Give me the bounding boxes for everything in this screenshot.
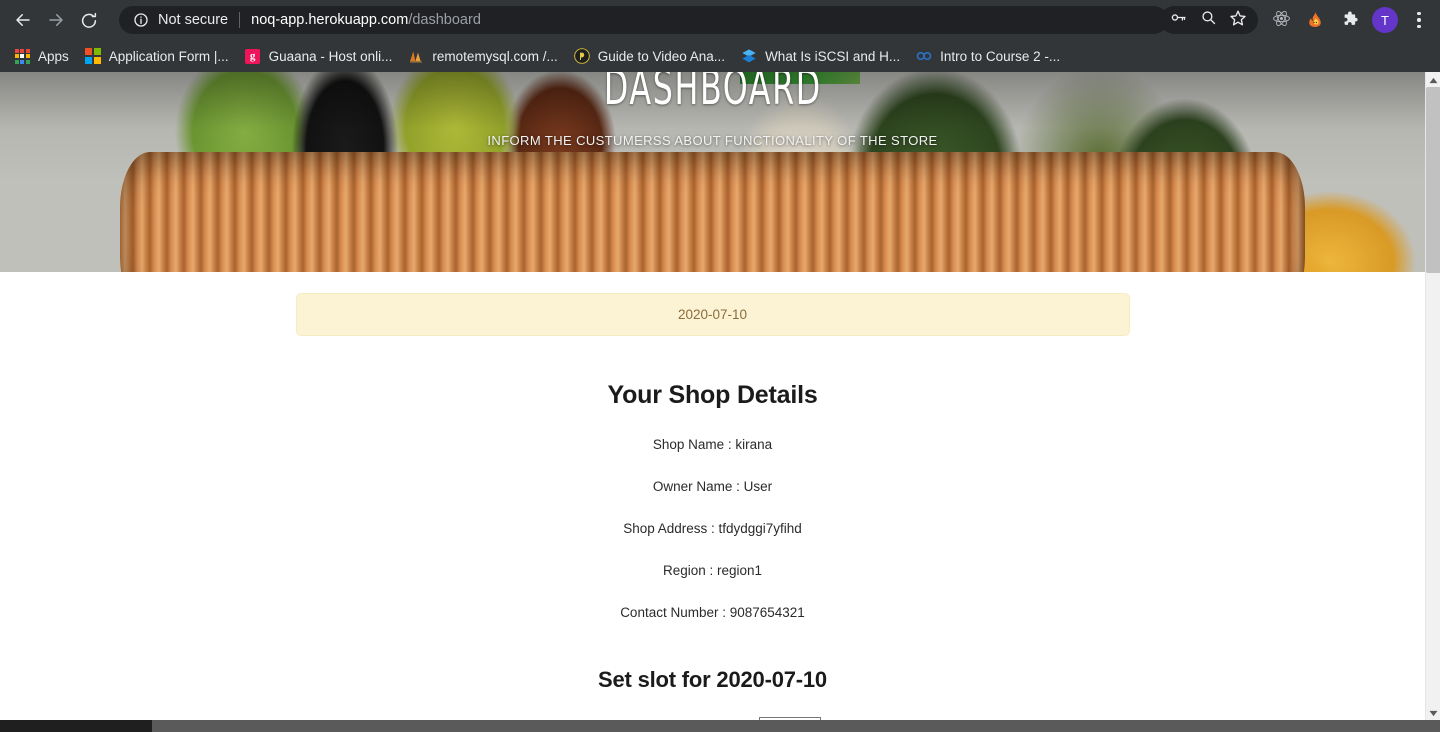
puzzle-icon — [1340, 9, 1359, 31]
scroll-up-button[interactable] — [1426, 72, 1440, 87]
main-content: 2020-07-10 Your Shop Details Shop Name :… — [0, 293, 1425, 720]
page-viewport: DASHBOARD INFORM THE CUSTUMERSS ABOUT FU… — [0, 72, 1440, 732]
microsoft-icon — [85, 48, 101, 64]
reload-button[interactable] — [74, 5, 104, 35]
url-path: /dashboard — [408, 12, 481, 28]
set-slot-section: Set slot for 2020-07-10 Start time (24 h… — [0, 667, 1425, 720]
scroll-down-button[interactable] — [1426, 705, 1440, 720]
vertical-scrollbar-thumb[interactable] — [1426, 87, 1440, 273]
forward-button[interactable] — [41, 5, 71, 35]
hero-overlay — [0, 72, 1425, 272]
arrow-right-icon — [47, 11, 65, 29]
video-guide-icon — [573, 48, 590, 64]
zoom-search-button[interactable] — [1194, 6, 1222, 34]
extensions-button[interactable] — [1335, 6, 1363, 34]
arrow-left-icon — [14, 11, 32, 29]
bookmark-label: Guaana - Host onli... — [268, 48, 393, 64]
bookmark-label: What Is iSCSI and H... — [765, 48, 901, 64]
bookmark-coursera[interactable]: Intro to Course 2 -... — [908, 44, 1068, 68]
address-bar[interactable]: Not secure noq-app.herokuapp.com/dashboa… — [119, 6, 1168, 34]
caret-down-icon — [1429, 704, 1438, 722]
contact-number-line: Contact Number : 9087654321 — [620, 605, 805, 620]
bookmark-remotemysql[interactable]: remotemysql.com /... — [400, 44, 565, 68]
bookmark-apps[interactable]: Apps — [6, 44, 77, 68]
avatar[interactable]: T — [1372, 7, 1398, 33]
flame-extension-button[interactable] — [1301, 6, 1329, 34]
date-alert-banner: 2020-07-10 — [295, 293, 1130, 336]
bookmark-iscsi[interactable]: What Is iSCSI and H... — [733, 44, 908, 68]
set-slot-heading: Set slot for 2020-07-10 — [598, 667, 827, 692]
react-devtools-extension-button[interactable] — [1267, 6, 1295, 34]
react-devtools-icon — [1272, 9, 1291, 31]
bookmark-label: Intro to Course 2 -... — [940, 48, 1061, 64]
shop-details-heading: Your Shop Details — [607, 381, 818, 409]
bookmark-video-guide[interactable]: Guide to Video Ana... — [566, 44, 733, 68]
key-icon — [1170, 9, 1187, 31]
shop-details-section: Your Shop Details Shop Name : kirana Own… — [0, 381, 1425, 620]
page-content: DASHBOARD INFORM THE CUSTUMERSS ABOUT FU… — [0, 72, 1425, 720]
star-icon — [1229, 9, 1247, 32]
remotemysql-icon — [408, 48, 424, 64]
hero-banner: DASHBOARD INFORM THE CUSTUMERSS ABOUT FU… — [0, 72, 1425, 272]
url-text: noq-app.herokuapp.com/dashboard — [251, 12, 1154, 28]
horizontal-scrollbar-thumb[interactable] — [0, 720, 152, 732]
magnifier-icon — [1200, 9, 1217, 31]
horizontal-scrollbar[interactable] — [0, 720, 1440, 732]
apps-grid-icon — [14, 48, 30, 64]
bookmark-label: Apps — [38, 48, 69, 64]
url-host: noq-app.herokuapp.com — [251, 12, 409, 28]
bookmark-label: Guide to Video Ana... — [597, 48, 726, 64]
bookmark-label: Application Form |... — [108, 48, 229, 64]
vertical-scrollbar[interactable] — [1425, 72, 1440, 720]
omnibox-divider — [239, 12, 241, 28]
shop-address-line: Shop Address : tfdydggi7yfihd — [623, 521, 802, 536]
bookmark-guaana[interactable]: g Guaana - Host onli... — [237, 44, 401, 68]
flame-icon — [1306, 10, 1324, 31]
browser-chrome: Not secure noq-app.herokuapp.com/dashboa… — [0, 0, 1440, 72]
reload-icon — [80, 11, 98, 29]
bookmark-label: remotemysql.com /... — [432, 48, 558, 64]
back-button[interactable] — [8, 5, 38, 35]
blue-layers-icon — [741, 48, 757, 64]
current-date-label: 2020-07-10 — [677, 307, 748, 322]
region-line: Region : region1 — [662, 563, 763, 578]
bookmark-star-button[interactable] — [1224, 6, 1252, 34]
info-circle-icon[interactable] — [133, 12, 149, 28]
shop-name-line: Shop Name : kirana — [652, 437, 773, 452]
omnibox-actions — [1160, 6, 1258, 34]
security-status-label: Not secure — [158, 12, 229, 28]
coursera-icon — [916, 48, 932, 64]
guaana-g-icon: g — [245, 48, 261, 64]
bookmark-application-form[interactable]: Application Form |... — [77, 44, 237, 68]
three-dot-menu-icon[interactable] — [1406, 6, 1432, 34]
browser-toolbar: Not secure noq-app.herokuapp.com/dashboa… — [0, 0, 1440, 40]
bookmarks-bar: Apps Application Form |... g Guaana - Ho… — [0, 40, 1440, 72]
owner-name-line: Owner Name : User — [652, 479, 773, 494]
password-key-button[interactable] — [1164, 6, 1192, 34]
